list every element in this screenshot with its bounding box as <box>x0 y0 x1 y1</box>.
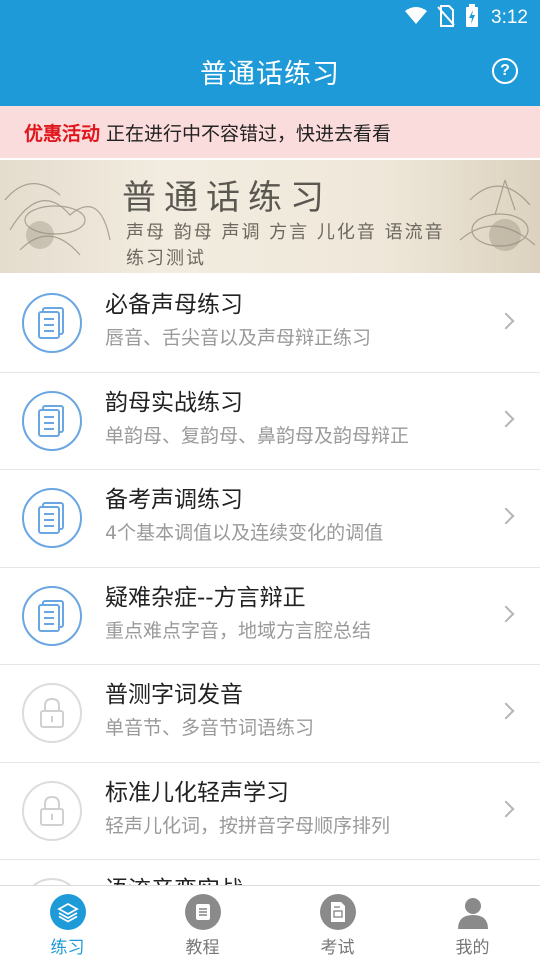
lesson-item-finals[interactable]: 韵母实战练习 单韵母、复韵母、鼻韵母及韵母辩正 <box>0 373 540 470</box>
no-sim-icon <box>437 5 455 31</box>
app-bar: 普通话练习 ? <box>0 36 540 106</box>
banner-title: 普通话练习 <box>122 178 332 218</box>
lesson-desc: 单音节、多音节词语练习 <box>105 717 315 739</box>
help-icon[interactable]: ? <box>492 58 518 84</box>
banner-image[interactable]: 普通话练习 声母 韵母 声调 方言 儿化音 语流音 练习测试 <box>0 160 540 273</box>
status-time: 3:12 <box>491 7 528 28</box>
document-icon <box>22 293 82 353</box>
app-screen: 3:12 普通话练习 ? 优惠活动 正在进行中不容错过，快进去看看 普通话练习 … <box>0 0 540 960</box>
chevron-right-icon <box>497 702 515 720</box>
promo-text: 正在进行中不容错过，快进去看看 <box>106 122 392 145</box>
promo-tag: 优惠活动 <box>24 122 101 145</box>
user-icon <box>455 894 491 930</box>
layers-icon <box>49 894 86 930</box>
lesson-title: 语流音变实战 <box>105 874 243 885</box>
chevron-right-icon <box>497 507 515 525</box>
banner-subtitle: 声母 韵母 声调 方言 儿化音 语流音 <box>126 222 445 243</box>
lesson-item-tones[interactable]: 备考声调练习 4个基本调值以及连续变化的调值 <box>0 470 540 568</box>
tab-mine[interactable]: 我的 <box>405 886 540 960</box>
lesson-item-erhua[interactable]: 标准儿化轻声学习 轻声儿化词，按拼音字母顺序排列 <box>0 763 540 860</box>
battery-charging-icon <box>465 4 479 32</box>
status-bar: 3:12 <box>0 0 540 36</box>
lock-icon <box>22 683 82 743</box>
wifi-icon <box>405 7 428 29</box>
lesson-item-words[interactable]: 普测字词发音 单音节、多音节词语练习 <box>0 665 540 763</box>
chevron-right-icon <box>497 800 515 817</box>
exam-paper-icon <box>319 894 356 930</box>
lock-icon <box>22 780 82 841</box>
banner-subtitle-2: 练习测试 <box>126 248 206 269</box>
tab-label: 教程 <box>185 938 220 958</box>
lesson-item-dialect[interactable]: 疑难杂症--方言辩正 重点难点字音，地域方言腔总结 <box>0 568 540 665</box>
lesson-desc: 轻声儿化词，按拼音字母顺序排列 <box>105 814 391 837</box>
lesson-title: 疑难杂症--方言辩正 <box>105 584 306 611</box>
lesson-list: 必备声母练习 唇音、舌尖音以及声母辩正练习 韵母实战练习 单韵母、复韵母、鼻韵母… <box>0 275 540 885</box>
lesson-desc: 4个基本调值以及连续变化的调值 <box>105 522 384 544</box>
lesson-desc: 重点难点字音，地域方言腔总结 <box>105 619 372 642</box>
document-icon <box>22 585 82 646</box>
lesson-title: 标准儿化轻声学习 <box>105 779 289 806</box>
bottom-nav: 练习 教程 考试 我的 <box>0 885 540 960</box>
lesson-title: 普测字词发音 <box>105 682 243 708</box>
tab-practice[interactable]: 练习 <box>0 886 135 960</box>
promo-banner[interactable]: 优惠活动 正在进行中不容错过，快进去看看 <box>0 106 540 158</box>
lesson-desc: 单韵母、复韵母、鼻韵母及韵母辩正 <box>105 424 410 447</box>
page-title: 普通话练习 <box>200 58 340 90</box>
lesson-item-initials[interactable]: 必备声母练习 唇音、舌尖音以及声母辩正练习 <box>0 275 540 373</box>
lock-icon <box>22 878 82 885</box>
tab-label: 我的 <box>455 938 490 958</box>
document-icon <box>22 390 82 451</box>
chevron-right-icon <box>497 312 515 330</box>
chevron-right-icon <box>497 605 515 622</box>
chevron-right-icon <box>497 410 515 427</box>
lesson-title: 韵母实战练习 <box>105 389 243 416</box>
lesson-title: 备考声调练习 <box>105 487 243 513</box>
tab-exam[interactable]: 考试 <box>270 886 405 960</box>
tab-label: 练习 <box>50 938 85 958</box>
lesson-title: 必备声母练习 <box>105 292 243 318</box>
tab-label: 考试 <box>320 938 355 958</box>
lesson-item-liaison[interactable]: 语流音变实战 <box>0 860 540 885</box>
book-icon <box>184 894 221 930</box>
document-icon <box>22 488 82 548</box>
lesson-desc: 唇音、舌尖音以及声母辩正练习 <box>105 327 372 349</box>
tab-tutorial[interactable]: 教程 <box>135 886 270 960</box>
